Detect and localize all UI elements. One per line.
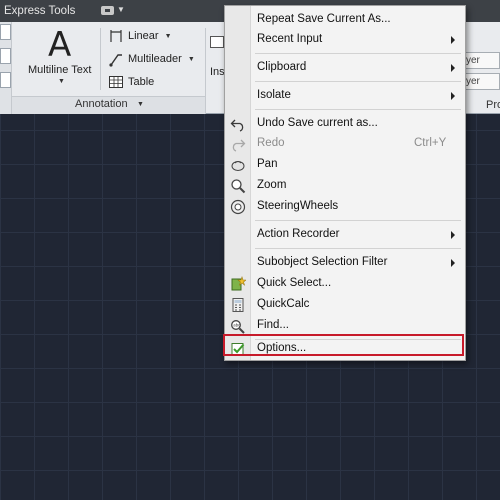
menu-item-repeat-save-current-as[interactable]: Repeat Save Current As... <box>225 10 465 30</box>
menu-item-label: Action Recorder <box>257 228 340 240</box>
table-label: Table <box>128 76 155 88</box>
menu-separator <box>255 81 461 82</box>
tab-dropdown-caret-icon[interactable]: ▼ <box>117 5 125 14</box>
layer-field[interactable]: yer <box>462 73 500 90</box>
menu-item-undo[interactable]: Undo Save current as... <box>225 114 465 134</box>
menu-item-label: SteeringWheels <box>257 200 339 212</box>
menu-item-clipboard[interactable]: Clipboard <box>225 58 465 78</box>
menu-item-redo[interactable]: Redo Ctrl+Y <box>225 134 465 154</box>
left-edge-field[interactable] <box>0 24 11 40</box>
menu-item-steeringwheels[interactable]: SteeringWheels <box>225 197 465 217</box>
menu-item-label: QuickCalc <box>257 298 310 310</box>
insert-label[interactable]: Ins <box>210 66 225 78</box>
left-edge-field[interactable] <box>0 48 11 64</box>
menu-separator <box>255 109 461 110</box>
find-replace-icon: abc <box>230 318 246 334</box>
menu-item-label: Isolate <box>257 89 291 101</box>
menu-item-pan[interactable]: Pan <box>225 155 465 175</box>
multileader-icon <box>108 51 124 67</box>
table-button[interactable]: Table <box>108 73 154 91</box>
multileader-label: Multileader <box>128 53 182 65</box>
menu-item-label: Subobject Selection Filter <box>257 256 388 268</box>
left-edge-field[interactable] <box>0 72 11 88</box>
annotation-panel-label[interactable]: Annotation <box>75 98 128 110</box>
menu-item-label: Pan <box>257 158 278 170</box>
menu-item-label: Quick Select... <box>257 277 332 289</box>
quick-select-icon <box>230 276 247 292</box>
menu-item-label: Redo <box>257 137 285 149</box>
multileader-caret-icon: ▼ <box>187 55 195 63</box>
workspace-toggle-icon[interactable] <box>101 6 114 15</box>
menu-item-zoom[interactable]: Zoom <box>225 176 465 196</box>
menu-separator <box>255 248 461 249</box>
multiline-text-button[interactable]: Multiline Text <box>28 64 91 76</box>
menu-item-label: Undo Save current as... <box>257 117 378 129</box>
linear-label: Linear <box>128 30 159 42</box>
ribbon-separator <box>100 28 101 90</box>
pan-hand-icon <box>230 157 246 173</box>
options-highlight-box <box>223 334 464 356</box>
menu-item-recent-input[interactable]: Recent Input <box>225 30 465 50</box>
steering-wheel-icon <box>230 199 246 215</box>
tab-express-tools[interactable]: Express Tools <box>4 5 75 17</box>
calculator-icon <box>230 297 246 313</box>
properties-panel-label[interactable]: Pro <box>486 99 500 111</box>
multiline-text-icon[interactable]: A <box>48 25 71 65</box>
submenu-arrow-icon <box>451 36 455 44</box>
linear-caret-icon: ▼ <box>164 32 172 40</box>
layer-field[interactable]: yer <box>462 52 500 69</box>
insert-block-icon[interactable] <box>210 36 224 48</box>
menu-item-quickcalc[interactable]: QuickCalc <box>225 295 465 315</box>
svg-text:abc: abc <box>233 323 240 328</box>
context-menu: Repeat Save Current As... Recent Input C… <box>224 5 466 361</box>
menu-item-quick-select[interactable]: Quick Select... <box>225 274 465 294</box>
submenu-arrow-icon <box>451 231 455 239</box>
undo-icon <box>230 116 246 132</box>
menu-item-label: Zoom <box>257 179 287 191</box>
submenu-arrow-icon <box>451 92 455 100</box>
ribbon-separator <box>205 28 206 114</box>
redo-icon <box>230 136 246 152</box>
menu-item-find[interactable]: abc Find... <box>225 316 465 336</box>
menu-item-label: Clipboard <box>257 61 307 73</box>
menu-separator <box>255 53 461 54</box>
menu-item-label: Find... <box>257 319 289 331</box>
menu-item-shortcut: Ctrl+Y <box>414 137 447 149</box>
menu-item-label: Recent Input <box>257 33 323 45</box>
multileader-button[interactable]: Multileader ▼ <box>108 50 195 68</box>
zoom-icon <box>230 178 246 194</box>
multiline-text-caret-icon[interactable]: ▼ <box>58 78 65 85</box>
table-icon <box>108 74 124 90</box>
annotation-panel-caret-icon[interactable]: ▼ <box>137 101 144 108</box>
menu-item-label: Repeat Save Current As... <box>257 13 391 25</box>
ribbon-left-edge <box>0 22 12 114</box>
submenu-arrow-icon <box>451 64 455 72</box>
menu-item-action-recorder[interactable]: Action Recorder <box>225 225 465 245</box>
submenu-arrow-icon <box>451 259 455 267</box>
menu-item-isolate[interactable]: Isolate <box>225 86 465 106</box>
linear-dimension-button[interactable]: Linear ▼ <box>108 27 172 45</box>
linear-dimension-icon <box>108 28 124 44</box>
menu-item-subobject-selection-filter[interactable]: Subobject Selection Filter <box>225 253 465 273</box>
menu-separator <box>255 220 461 221</box>
